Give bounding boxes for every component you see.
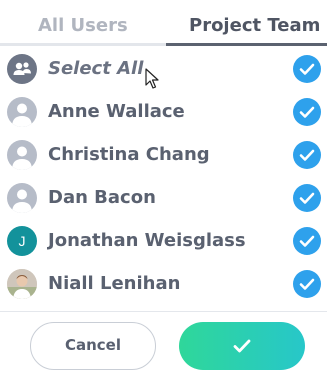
- select-all-row[interactable]: Select All: [0, 48, 327, 90]
- cancel-button[interactable]: Cancel: [30, 322, 156, 370]
- user-picker-panel: All Users Project Team Select All Anne W…: [0, 0, 327, 379]
- select-all-label: Select All: [48, 58, 144, 79]
- user-name: Anne Wallace: [48, 101, 185, 122]
- user-checkbox[interactable]: [293, 270, 321, 298]
- user-checkbox[interactable]: [293, 184, 321, 212]
- tab-all-users-underline: [0, 43, 166, 46]
- checkmark-icon: [299, 106, 315, 118]
- user-checkbox[interactable]: [293, 141, 321, 169]
- user-name: Dan Bacon: [48, 187, 156, 208]
- user-name: Jonathan Weisglass: [48, 230, 246, 251]
- default-user-icon: [7, 183, 37, 213]
- user-name: Niall Lenihan: [48, 273, 181, 294]
- group-icon: [7, 54, 37, 84]
- tab-all-users[interactable]: All Users: [38, 14, 128, 38]
- user-photo-avatar: [7, 269, 37, 299]
- user-checkbox[interactable]: [293, 227, 321, 255]
- initial-avatar: J: [7, 226, 37, 256]
- user-row[interactable]: Christina Chang: [0, 134, 327, 176]
- checkmark-icon: [299, 149, 315, 161]
- checkmark-icon: [299, 192, 315, 204]
- user-row[interactable]: Dan Bacon: [0, 177, 327, 219]
- checkmark-icon: [299, 63, 315, 75]
- checkmark-icon: [299, 278, 315, 290]
- tab-bar: All Users Project Team: [0, 0, 327, 46]
- user-name: Christina Chang: [48, 144, 210, 165]
- tab-project-team-underline: [166, 43, 327, 46]
- user-row[interactable]: J Jonathan Weisglass: [0, 220, 327, 262]
- mouse-cursor-icon: [145, 68, 161, 94]
- footer-divider: [0, 311, 327, 312]
- user-row[interactable]: Anne Wallace: [0, 91, 327, 133]
- checkmark-icon: [299, 235, 315, 247]
- user-checkbox[interactable]: [293, 98, 321, 126]
- default-user-icon: [7, 97, 37, 127]
- tab-project-team[interactable]: Project Team: [189, 14, 320, 38]
- checkmark-icon: [233, 339, 251, 353]
- user-row[interactable]: Niall Lenihan: [0, 263, 327, 305]
- default-user-icon: [7, 140, 37, 170]
- confirm-button[interactable]: [179, 322, 305, 370]
- select-all-checkbox[interactable]: [293, 55, 321, 83]
